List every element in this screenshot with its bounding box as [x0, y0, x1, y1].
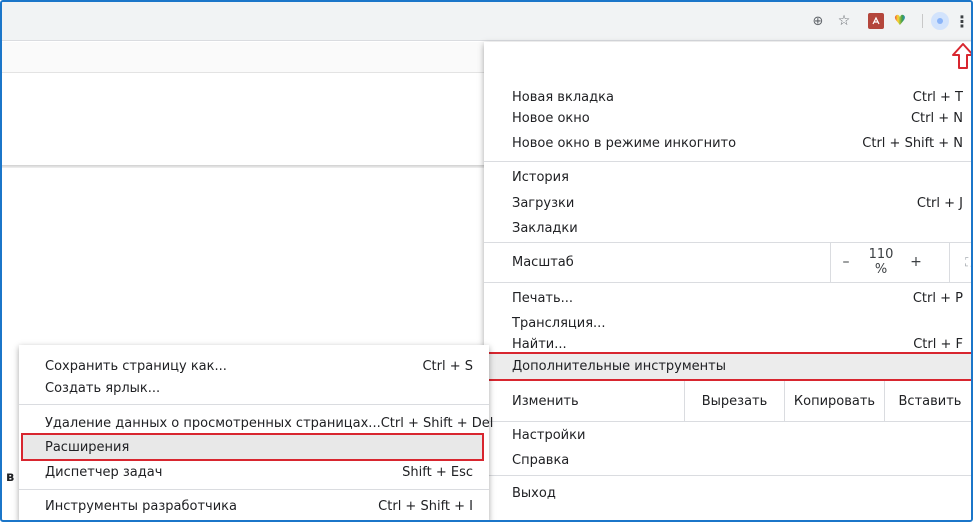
zoom-in-button[interactable]: +	[901, 254, 931, 270]
chrome-main-menu: Новая вкладка Ctrl + T Новое окно Ctrl +…	[484, 42, 971, 520]
zoom-controls: – 110 % + ⛶	[830, 242, 971, 282]
pdf-extension-icon[interactable]	[868, 13, 884, 29]
menu-separator	[484, 421, 971, 422]
menu-item-more-tools[interactable]: Дополнительные инструменты	[486, 352, 971, 381]
menu-item-label: Диспетчер задач	[45, 464, 163, 480]
page-divider-shadow	[2, 165, 502, 168]
menu-item-shortcut: Ctrl + Shift + I	[378, 498, 473, 514]
menu-edit-row: Изменить Вырезать Копировать Вставить	[484, 381, 971, 421]
menu-item-label: Найти...	[512, 336, 567, 352]
menu-item-label: Расширения	[45, 439, 130, 455]
browser-window: ⊕ ☆ ♥ ⋮ в Новая вкладка Ctrl + T Новое о…	[0, 0, 973, 522]
zoom-icon[interactable]: ⊕	[809, 12, 827, 30]
paste-button[interactable]: Вставить	[884, 381, 971, 421]
cut-button[interactable]: Вырезать	[684, 381, 784, 421]
menu-item-label: Новая вкладка	[512, 89, 614, 105]
zoom-level-value: 110 %	[868, 247, 894, 277]
menu-separator	[19, 489, 489, 490]
menu-item-label: Справка	[512, 452, 570, 468]
menu-item-shortcut: Ctrl + Shift + Del	[380, 415, 494, 431]
menu-item-label: Новое окно	[512, 110, 590, 126]
menu-item-exit[interactable]: Выход	[484, 481, 971, 505]
submenu-item-dev-tools[interactable]: Инструменты разработчика Ctrl + Shift + …	[19, 494, 489, 518]
menu-item-label: Печать...	[512, 290, 574, 306]
menu-item-shortcut: Ctrl + Shift + N	[862, 135, 963, 151]
menu-item-label: История	[512, 169, 569, 185]
arrow-up-icon	[952, 43, 971, 69]
browser-toolbar: ⊕ ☆ ♥ ⋮	[2, 2, 971, 41]
menu-item-label: Дополнительные инструменты	[512, 359, 727, 374]
submenu-item-save-page[interactable]: Сохранить страницу как... Ctrl + S	[19, 354, 489, 378]
menu-item-shortcut: Ctrl + T	[912, 89, 963, 105]
menu-item-downloads[interactable]: Загрузки Ctrl + J	[484, 191, 971, 215]
submenu-item-create-shortcut[interactable]: Создать ярлык...	[19, 376, 489, 400]
page-divider	[2, 72, 502, 73]
menu-zoom-row: Масштаб – 110 % + ⛶	[484, 242, 971, 282]
pdf-glyph-icon	[872, 16, 880, 25]
menu-item-incognito[interactable]: Новое окно в режиме инкогнито Ctrl + Shi…	[484, 131, 971, 155]
copy-button[interactable]: Копировать	[784, 381, 884, 421]
menu-item-label: Трансляция...	[512, 315, 606, 331]
menu-item-label: Загрузки	[512, 195, 575, 211]
star-icon[interactable]: ☆	[835, 12, 853, 30]
fullscreen-icon[interactable]: ⛶	[949, 242, 971, 282]
submenu-item-task-manager[interactable]: Диспетчер задач Shift + Esc	[19, 460, 489, 484]
menu-dots-icon[interactable]: ⋮	[954, 12, 970, 31]
submenu-item-clear-data[interactable]: Удаление данных о просмотренных страница…	[19, 411, 493, 435]
menu-item-new-window[interactable]: Новое окно Ctrl + N	[484, 106, 971, 130]
page-partial-text: в	[6, 470, 15, 485]
heart-extension-icon[interactable]: ♥	[891, 12, 909, 30]
zoom-out-button[interactable]: –	[831, 254, 861, 270]
menu-separator	[484, 161, 971, 162]
menu-item-label: Сохранить страницу как...	[45, 358, 227, 374]
menu-item-shortcut: Ctrl + S	[422, 358, 473, 374]
menu-item-help[interactable]: Справка	[484, 448, 971, 472]
submenu-item-extensions[interactable]: Расширения	[21, 433, 484, 461]
profile-dot	[937, 18, 943, 24]
menu-item-label: Выход	[512, 485, 556, 501]
menu-item-label: Закладки	[512, 220, 578, 236]
menu-item-shortcut: Shift + Esc	[402, 464, 473, 480]
menu-item-label: Новое окно в режиме инкогнито	[512, 135, 737, 151]
menu-item-shortcut: Ctrl + J	[916, 195, 963, 211]
menu-item-label: Инструменты разработчика	[45, 498, 238, 514]
menu-item-label: Создать ярлык...	[45, 380, 161, 396]
menu-item-shortcut: Ctrl + N	[910, 110, 963, 126]
menu-separator	[484, 282, 971, 283]
profile-icon[interactable]	[931, 12, 949, 30]
menu-item-label: Настройки	[512, 427, 586, 443]
menu-separator	[19, 404, 489, 405]
toolbar-separator	[922, 14, 923, 28]
page-header-strip	[2, 42, 502, 72]
menu-item-shortcut: Ctrl + P	[912, 290, 963, 306]
menu-item-print[interactable]: Печать... Ctrl + P	[484, 286, 971, 310]
menu-item-history[interactable]: История	[484, 165, 971, 189]
menu-item-settings[interactable]: Настройки	[484, 423, 971, 447]
menu-item-bookmarks[interactable]: Закладки	[484, 216, 971, 240]
menu-item-shortcut: Ctrl + F	[913, 336, 963, 352]
menu-separator	[484, 475, 971, 476]
heart-glyph: ♥	[893, 13, 907, 29]
menu-item-label: Удаление данных о просмотренных страница…	[45, 415, 381, 431]
